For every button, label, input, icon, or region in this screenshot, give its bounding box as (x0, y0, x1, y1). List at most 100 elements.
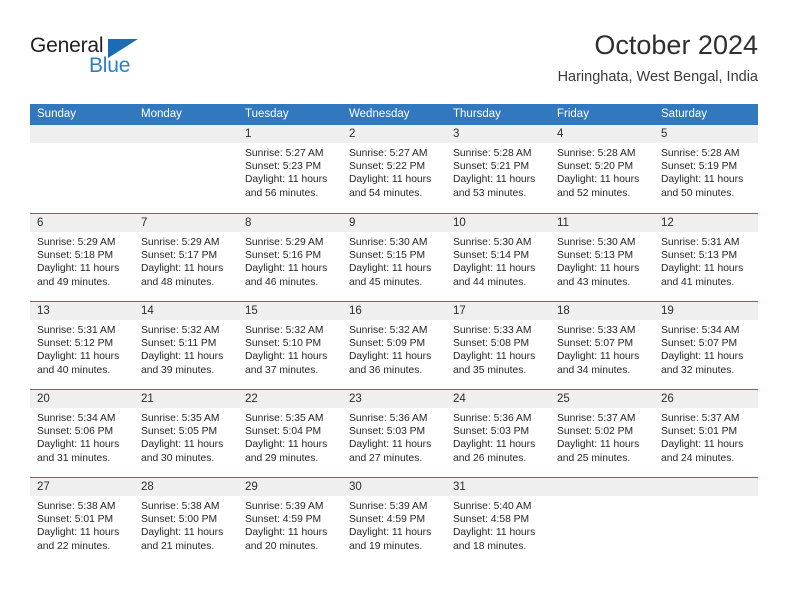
title-block: October 2024 Haringhata, West Bengal, In… (558, 28, 758, 86)
day-number: 10 (446, 214, 550, 232)
day-number: 5 (654, 125, 758, 143)
day-cell[interactable]: 21 Sunrise: 5:35 AM Sunset: 5:05 PM Dayl… (134, 390, 238, 477)
daylight-text-line1: Daylight: 11 hours (453, 263, 536, 275)
day-number: 18 (550, 302, 654, 320)
daylight-text-line2: and 53 minutes. (453, 187, 527, 199)
day-cell[interactable]: 5 Sunrise: 5:28 AM Sunset: 5:19 PM Dayli… (654, 125, 758, 213)
page-title: October 2024 (594, 30, 758, 60)
day-info: Sunrise: 5:38 AM Sunset: 5:00 PM Dayligh… (134, 496, 238, 553)
day-number: 4 (550, 125, 654, 143)
day-cell[interactable]: 6 Sunrise: 5:29 AM Sunset: 5:18 PM Dayli… (30, 214, 134, 301)
day-info: Sunrise: 5:27 AM Sunset: 5:23 PM Dayligh… (238, 143, 342, 200)
sunrise-text: Sunrise: 5:29 AM (141, 237, 220, 248)
sunset-text: Sunset: 5:01 PM (37, 514, 114, 526)
general-blue-logo[interactable]: General Blue (30, 34, 160, 88)
day-cell[interactable]: 4 Sunrise: 5:28 AM Sunset: 5:20 PM Dayli… (550, 125, 654, 213)
sunrise-text: Sunrise: 5:36 AM (349, 413, 428, 424)
day-cell[interactable]: 11 Sunrise: 5:30 AM Sunset: 5:13 PM Dayl… (550, 214, 654, 301)
sunrise-text: Sunrise: 5:28 AM (557, 148, 636, 159)
sunrise-text: Sunrise: 5:40 AM (453, 501, 532, 512)
sunset-text: Sunset: 5:21 PM (453, 161, 530, 173)
day-cell[interactable]: 22 Sunrise: 5:35 AM Sunset: 5:04 PM Dayl… (238, 390, 342, 477)
day-cell[interactable]: 23 Sunrise: 5:36 AM Sunset: 5:03 PM Dayl… (342, 390, 446, 477)
day-number: 16 (342, 302, 446, 320)
day-cell[interactable] (30, 125, 134, 213)
sunset-text: Sunset: 4:58 PM (453, 514, 530, 526)
day-cell[interactable]: 15 Sunrise: 5:32 AM Sunset: 5:10 PM Dayl… (238, 302, 342, 389)
day-info: Sunrise: 5:40 AM Sunset: 4:58 PM Dayligh… (446, 496, 550, 553)
daylight-text-line1: Daylight: 11 hours (141, 263, 224, 275)
day-info: Sunrise: 5:35 AM Sunset: 5:04 PM Dayligh… (238, 408, 342, 465)
weekday-header-friday: Friday (557, 108, 589, 120)
day-cell[interactable]: 12 Sunrise: 5:31 AM Sunset: 5:13 PM Dayl… (654, 214, 758, 301)
day-cell[interactable] (654, 478, 758, 565)
sunrise-text: Sunrise: 5:33 AM (557, 325, 636, 336)
day-info: Sunrise: 5:32 AM Sunset: 5:10 PM Dayligh… (238, 320, 342, 377)
day-cell[interactable] (550, 478, 654, 565)
day-cell[interactable]: 28 Sunrise: 5:38 AM Sunset: 5:00 PM Dayl… (134, 478, 238, 565)
day-number: 14 (134, 302, 238, 320)
day-cell[interactable]: 8 Sunrise: 5:29 AM Sunset: 5:16 PM Dayli… (238, 214, 342, 301)
day-cell[interactable]: 19 Sunrise: 5:34 AM Sunset: 5:07 PM Dayl… (654, 302, 758, 389)
sunrise-text: Sunrise: 5:28 AM (661, 148, 740, 159)
sunset-text: Sunset: 5:13 PM (661, 250, 738, 262)
day-cell[interactable]: 14 Sunrise: 5:32 AM Sunset: 5:11 PM Dayl… (134, 302, 238, 389)
day-info: Sunrise: 5:28 AM Sunset: 5:20 PM Dayligh… (550, 143, 654, 200)
daylight-text-line1: Daylight: 11 hours (349, 174, 432, 186)
sunrise-text: Sunrise: 5:37 AM (557, 413, 636, 424)
day-cell[interactable]: 2 Sunrise: 5:27 AM Sunset: 5:22 PM Dayli… (342, 125, 446, 213)
daylight-text-line2: and 52 minutes. (557, 187, 631, 199)
sunrise-text: Sunrise: 5:33 AM (453, 325, 532, 336)
day-number: 29 (238, 478, 342, 496)
day-cell[interactable]: 27 Sunrise: 5:38 AM Sunset: 5:01 PM Dayl… (30, 478, 134, 565)
sunset-text: Sunset: 5:01 PM (661, 426, 738, 438)
day-number: 13 (30, 302, 134, 320)
daylight-text-line2: and 48 minutes. (141, 276, 215, 288)
daylight-text-line1: Daylight: 11 hours (557, 439, 640, 451)
day-cell[interactable]: 1 Sunrise: 5:27 AM Sunset: 5:23 PM Dayli… (238, 125, 342, 213)
day-cell[interactable]: 26 Sunrise: 5:37 AM Sunset: 5:01 PM Dayl… (654, 390, 758, 477)
sunrise-text: Sunrise: 5:29 AM (37, 237, 116, 248)
day-cell[interactable]: 7 Sunrise: 5:29 AM Sunset: 5:17 PM Dayli… (134, 214, 238, 301)
day-cell[interactable] (134, 125, 238, 213)
daylight-text-line2: and 32 minutes. (661, 364, 735, 376)
sunset-text: Sunset: 5:16 PM (245, 250, 322, 262)
day-cell[interactable]: 30 Sunrise: 5:39 AM Sunset: 4:59 PM Dayl… (342, 478, 446, 565)
day-cell[interactable]: 13 Sunrise: 5:31 AM Sunset: 5:12 PM Dayl… (30, 302, 134, 389)
day-cell[interactable]: 31 Sunrise: 5:40 AM Sunset: 4:58 PM Dayl… (446, 478, 550, 565)
sunrise-text: Sunrise: 5:36 AM (453, 413, 532, 424)
day-number: 20 (30, 390, 134, 408)
daylight-text-line2: and 18 minutes. (453, 540, 527, 552)
weekday-header-tuesday: Tuesday (245, 108, 289, 120)
daylight-text-line1: Daylight: 11 hours (37, 351, 120, 363)
sunset-text: Sunset: 5:11 PM (141, 338, 217, 350)
daylight-text-line1: Daylight: 11 hours (557, 263, 640, 275)
sunset-text: Sunset: 4:59 PM (245, 514, 322, 526)
day-cell[interactable]: 20 Sunrise: 5:34 AM Sunset: 5:06 PM Dayl… (30, 390, 134, 477)
day-number: 22 (238, 390, 342, 408)
day-cell[interactable]: 16 Sunrise: 5:32 AM Sunset: 5:09 PM Dayl… (342, 302, 446, 389)
daylight-text-line1: Daylight: 11 hours (37, 439, 120, 451)
day-info: Sunrise: 5:39 AM Sunset: 4:59 PM Dayligh… (238, 496, 342, 553)
sunset-text: Sunset: 5:07 PM (557, 338, 634, 350)
day-info: Sunrise: 5:34 AM Sunset: 5:07 PM Dayligh… (654, 320, 758, 377)
daylight-text-line2: and 41 minutes. (661, 276, 735, 288)
day-cell[interactable]: 18 Sunrise: 5:33 AM Sunset: 5:07 PM Dayl… (550, 302, 654, 389)
day-cell[interactable]: 24 Sunrise: 5:36 AM Sunset: 5:03 PM Dayl… (446, 390, 550, 477)
day-cell[interactable]: 17 Sunrise: 5:33 AM Sunset: 5:08 PM Dayl… (446, 302, 550, 389)
day-info: Sunrise: 5:33 AM Sunset: 5:07 PM Dayligh… (550, 320, 654, 377)
day-cell[interactable]: 3 Sunrise: 5:28 AM Sunset: 5:21 PM Dayli… (446, 125, 550, 213)
day-cell[interactable]: 29 Sunrise: 5:39 AM Sunset: 4:59 PM Dayl… (238, 478, 342, 565)
daylight-text-line1: Daylight: 11 hours (245, 351, 328, 363)
sunset-text: Sunset: 5:23 PM (245, 161, 322, 173)
sunrise-text: Sunrise: 5:38 AM (141, 501, 220, 512)
day-cell[interactable]: 9 Sunrise: 5:30 AM Sunset: 5:15 PM Dayli… (342, 214, 446, 301)
day-cell[interactable]: 10 Sunrise: 5:30 AM Sunset: 5:14 PM Dayl… (446, 214, 550, 301)
day-cell[interactable]: 25 Sunrise: 5:37 AM Sunset: 5:02 PM Dayl… (550, 390, 654, 477)
sunset-text: Sunset: 5:03 PM (349, 426, 426, 438)
weekday-header-wednesday: Wednesday (349, 108, 410, 120)
sunrise-text: Sunrise: 5:38 AM (37, 501, 116, 512)
daylight-text-line1: Daylight: 11 hours (37, 527, 120, 539)
day-info: Sunrise: 5:28 AM Sunset: 5:21 PM Dayligh… (446, 143, 550, 200)
day-number: 30 (342, 478, 446, 496)
